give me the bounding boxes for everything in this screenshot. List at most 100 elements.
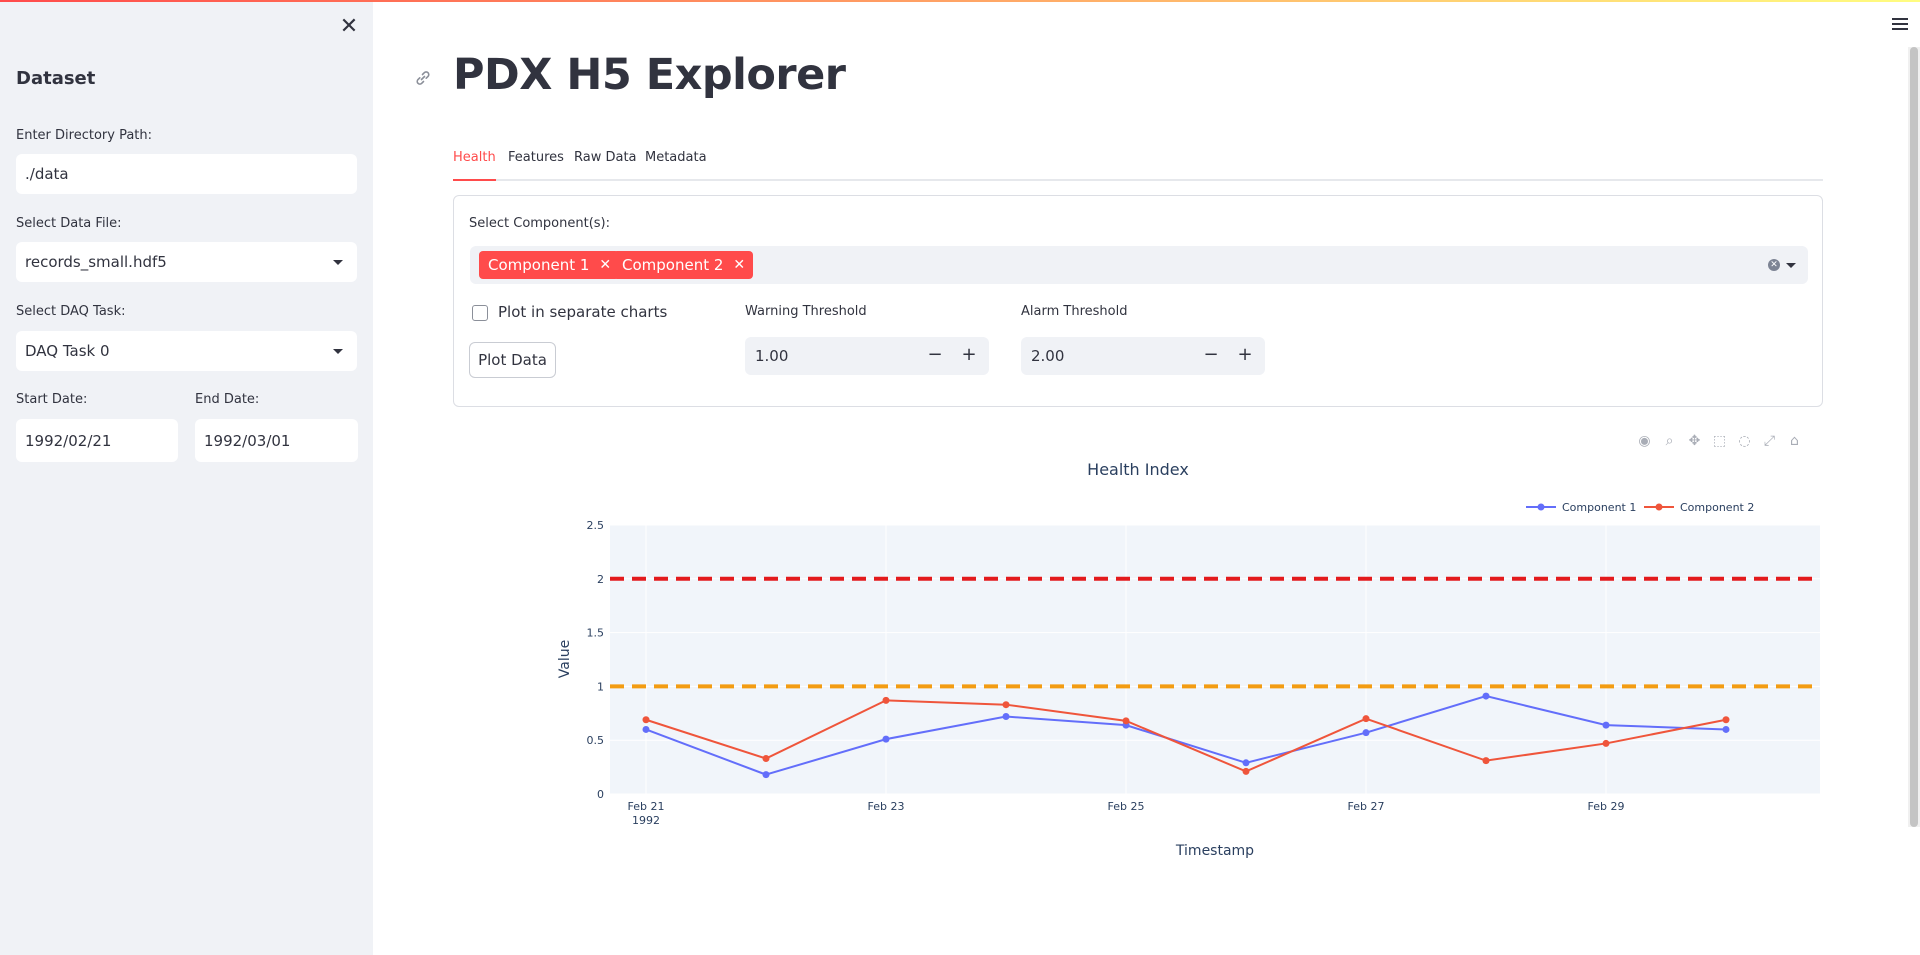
y-axis-label: Value: [557, 640, 573, 678]
plot-data-button[interactable]: Plot Data: [469, 342, 556, 378]
tab-health[interactable]: Health: [453, 150, 496, 181]
component-multiselect[interactable]: Component 1 ✕ Component 2 ✕ ✕: [470, 246, 1808, 284]
data-point[interactable]: [1362, 715, 1370, 723]
x-tick-label: Feb 27: [1348, 800, 1385, 813]
decrement-button[interactable]: −: [1195, 337, 1227, 375]
home-icon[interactable]: ⌂: [1785, 432, 1804, 451]
clear-all-icon[interactable]: ✕: [1768, 259, 1780, 271]
box-select-icon[interactable]: ⬚: [1710, 432, 1729, 451]
daq-task-label: Select DAQ Task:: [16, 304, 126, 319]
chevron-down-icon: [333, 260, 343, 265]
data-point[interactable]: [1242, 759, 1250, 767]
chart-toolbar: ◉ ⌕ ✥ ⬚ ◌ ⤢ ⌂: [1635, 432, 1804, 452]
data-point[interactable]: [1242, 767, 1250, 775]
remove-chip-icon[interactable]: ✕: [733, 257, 745, 273]
sidebar-title: Dataset: [16, 68, 96, 89]
page-title: PDX H5 Explorer: [453, 50, 846, 100]
chart-title: Health Index: [1087, 460, 1189, 479]
camera-icon[interactable]: ◉: [1635, 432, 1654, 451]
y-tick-label: 2: [597, 573, 604, 586]
y-tick-label: 1.5: [587, 627, 605, 640]
decrement-button[interactable]: −: [919, 337, 951, 375]
data-point[interactable]: [1122, 717, 1130, 725]
data-point[interactable]: [1002, 713, 1010, 721]
data-point[interactable]: [1602, 739, 1610, 747]
main-area: PDX H5 Explorer Health Features Raw Data…: [373, 2, 1920, 955]
x-axis-label: Timestamp: [1175, 843, 1254, 859]
y-tick-label: 0.5: [587, 734, 605, 747]
legend-label: Component 2: [1680, 501, 1754, 514]
start-date-input[interactable]: 1992/02/21: [16, 419, 178, 462]
separate-charts-label: Plot in separate charts: [498, 303, 668, 321]
data-point[interactable]: [642, 725, 650, 733]
close-sidebar-icon[interactable]: ✕: [337, 15, 361, 39]
tab-raw-data[interactable]: Raw Data: [574, 150, 637, 181]
data-point[interactable]: [1002, 701, 1010, 709]
alarm-threshold-stepper[interactable]: 2.00 − +: [1021, 337, 1265, 375]
data-point[interactable]: [1722, 716, 1730, 724]
y-tick-label: 0: [597, 788, 604, 801]
chip-label: Component 1: [488, 256, 590, 274]
directory-input[interactable]: ./data: [16, 154, 357, 194]
health-index-chart[interactable]: Health Index Component 1 Component 2 0 0.5…: [453, 452, 1823, 862]
tab-bar: Health Features Raw Data Metadata: [453, 148, 1823, 181]
data-point[interactable]: [1362, 729, 1370, 737]
y-tick-label: 2.5: [587, 519, 605, 532]
alarm-threshold-value: 2.00: [1031, 347, 1065, 365]
zoom-icon[interactable]: ⌕: [1660, 432, 1679, 451]
data-point[interactable]: [762, 754, 770, 762]
chevron-down-icon: [333, 349, 343, 354]
chip-label: Component 2: [622, 256, 724, 274]
daq-task-select[interactable]: DAQ Task 0: [16, 331, 357, 371]
lasso-icon[interactable]: ◌: [1735, 432, 1754, 451]
data-file-label: Select Data File:: [16, 216, 122, 231]
directory-label: Enter Directory Path:: [16, 128, 153, 143]
data-point[interactable]: [882, 696, 890, 704]
autoscale-icon[interactable]: ⤢: [1760, 432, 1779, 451]
tab-features[interactable]: Features: [508, 150, 564, 181]
chevron-down-icon[interactable]: [1786, 263, 1796, 268]
x-tick-label: Feb 23: [868, 800, 905, 813]
warning-threshold-stepper[interactable]: 1.00 − +: [745, 337, 989, 375]
y-tick-label: 1: [597, 680, 604, 693]
scrollbar[interactable]: [1908, 47, 1920, 827]
daq-task-value: DAQ Task 0: [25, 342, 110, 360]
sidebar: ✕ Dataset Enter Directory Path: ./data S…: [0, 2, 373, 955]
separate-charts-checkbox[interactable]: [472, 305, 488, 321]
increment-button[interactable]: +: [1229, 337, 1261, 375]
link-icon[interactable]: [413, 68, 433, 88]
start-date-value: 1992/02/21: [25, 431, 112, 450]
x-tick-label: Feb 21: [628, 800, 665, 813]
x-tick-label: Feb 29: [1588, 800, 1625, 813]
data-point[interactable]: [1482, 757, 1490, 765]
tab-metadata[interactable]: Metadata: [645, 150, 707, 181]
data-file-value: records_small.hdf5: [25, 253, 167, 271]
end-date-value: 1992/03/01: [204, 431, 291, 450]
data-point[interactable]: [882, 735, 890, 743]
x-tick-sublabel: 1992: [632, 814, 660, 827]
start-date-label: Start Date:: [16, 392, 88, 407]
data-point[interactable]: [642, 716, 650, 724]
data-point[interactable]: [762, 771, 770, 779]
remove-chip-icon[interactable]: ✕: [599, 257, 611, 273]
end-date-label: End Date:: [195, 392, 260, 407]
x-tick-label: Feb 25: [1108, 800, 1145, 813]
component-chip: Component 2 ✕: [613, 251, 754, 279]
legend-marker: [1537, 503, 1545, 511]
hamburger-menu-icon[interactable]: [1892, 18, 1908, 32]
directory-input-value: ./data: [25, 165, 69, 183]
scrollbar-thumb[interactable]: [1910, 47, 1918, 827]
data-point[interactable]: [1602, 721, 1610, 729]
data-point[interactable]: [1722, 725, 1730, 733]
legend-marker: [1655, 503, 1663, 511]
chart-legend[interactable]: Component 1 Component 2: [1526, 501, 1754, 514]
warning-threshold-value: 1.00: [755, 347, 789, 365]
data-point[interactable]: [1482, 692, 1490, 700]
data-file-select[interactable]: records_small.hdf5: [16, 242, 357, 282]
pan-icon[interactable]: ✥: [1685, 432, 1704, 451]
health-controls-panel: Select Component(s): Component 1 ✕ Compo…: [453, 195, 1823, 407]
end-date-input[interactable]: 1992/03/01: [195, 419, 358, 462]
component-chip: Component 1 ✕: [479, 251, 620, 279]
increment-button[interactable]: +: [953, 337, 985, 375]
alarm-threshold-label: Alarm Threshold: [1021, 304, 1128, 319]
